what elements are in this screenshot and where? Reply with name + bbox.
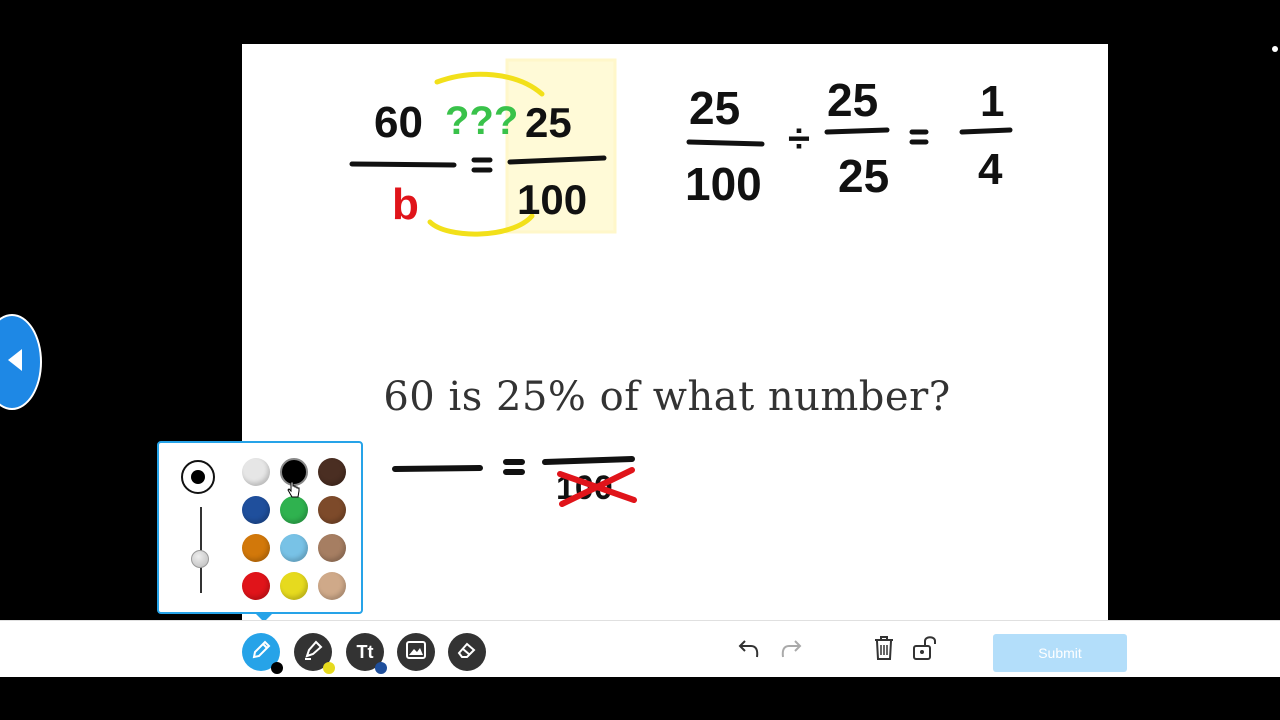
color-swatch-orange[interactable]	[242, 534, 270, 562]
svg-text:b: b	[392, 180, 419, 229]
image-tool-button[interactable]	[397, 633, 435, 671]
svg-text:25: 25	[838, 150, 889, 202]
undo-icon	[737, 637, 761, 664]
svg-text:25: 25	[827, 74, 878, 126]
triangle-left-icon	[6, 347, 24, 378]
redo-icon	[779, 637, 803, 664]
text-color-badge	[375, 662, 387, 674]
highlighter-color-badge	[323, 662, 335, 674]
color-swatch-blue[interactable]	[242, 496, 270, 524]
brush-size-slider-handle[interactable]	[191, 550, 209, 568]
color-swatch-brown[interactable]	[318, 496, 346, 524]
svg-text:4: 4	[978, 145, 1003, 194]
eraser-tool-button[interactable]	[448, 633, 486, 671]
color-swatch-dark-brown[interactable]	[318, 458, 346, 486]
color-swatch-red[interactable]	[242, 572, 270, 600]
redo-button[interactable]	[776, 635, 806, 665]
bottom-toolbar: Tt Submit	[0, 620, 1280, 677]
svg-text:100: 100	[685, 158, 762, 210]
color-palette-popover	[157, 441, 363, 622]
highlighter-tool-button[interactable]	[294, 633, 335, 674]
delete-button[interactable]	[869, 635, 899, 665]
pen-tool-button[interactable]	[242, 633, 283, 674]
text-icon: Tt	[356, 641, 374, 662]
image-icon	[406, 640, 426, 664]
pen-icon	[250, 639, 272, 666]
color-swatch-yellow[interactable]	[280, 572, 308, 600]
highlighter-icon	[302, 639, 324, 666]
unlock-icon	[912, 635, 942, 666]
svg-text:60: 60	[374, 98, 423, 147]
submit-button[interactable]: Submit	[993, 634, 1127, 672]
handwriting-layer: 60 ??? b 25 100 25 100 ÷ 25 25 1 4 100	[349, 58, 1013, 507]
svg-text:100: 100	[517, 176, 587, 223]
svg-text:25: 25	[525, 99, 572, 146]
svg-text:???: ???	[445, 99, 518, 143]
svg-text:÷: ÷	[788, 117, 810, 161]
whiteboard-canvas[interactable]: 60 ??? b 25 100 25 100 ÷ 25 25 1 4 100 6…	[242, 44, 1108, 620]
corner-indicator	[1272, 46, 1278, 52]
pen-color-badge	[271, 662, 283, 674]
hand-cursor-icon	[287, 481, 301, 504]
lock-button[interactable]	[912, 635, 942, 665]
svg-text:1: 1	[980, 77, 1004, 126]
eraser-icon	[456, 640, 478, 665]
color-swatch-light-blue[interactable]	[280, 534, 308, 562]
brush-size-preview	[181, 460, 215, 494]
color-swatch-white[interactable]	[242, 458, 270, 486]
svg-text:25: 25	[689, 82, 740, 134]
previous-button[interactable]	[0, 314, 42, 410]
trash-icon	[873, 635, 895, 666]
undo-button[interactable]	[734, 635, 764, 665]
question-text: 60 is 25% of what number?	[383, 374, 951, 420]
color-swatch-beige[interactable]	[318, 572, 346, 600]
color-swatch-tan[interactable]	[318, 534, 346, 562]
text-tool-button[interactable]: Tt	[346, 633, 387, 674]
